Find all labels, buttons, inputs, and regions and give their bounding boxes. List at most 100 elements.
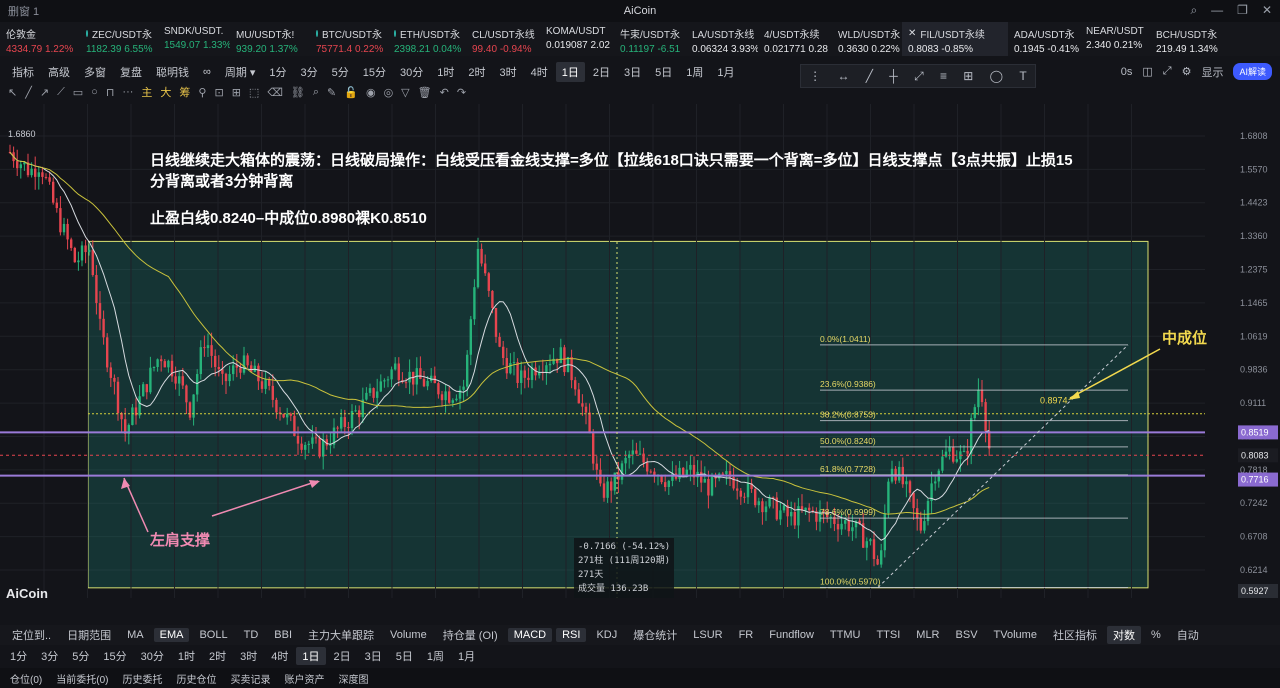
trade-tab[interactable]: 历史仓位 [176,671,216,686]
ai-interpret-button[interactable]: AI解读 [1233,63,1272,80]
toolbar-item[interactable]: 复盘 [114,62,148,82]
bottom-period-button[interactable]: 1时 [172,647,201,665]
bottom-period-button[interactable]: 2日 [328,647,357,665]
ticker-item[interactable]: ETH/USDT永 2398.21 0.04% [388,22,466,56]
close-icon[interactable]: ✕ [1262,3,1272,18]
camera-icon[interactable]: ◫ [1142,65,1152,78]
draw-tool-icon[interactable]: ◯ [990,69,1003,83]
toolbar-item[interactable]: 聪明钱 [150,62,195,82]
ticker-item[interactable]: 伦敦金 4334.79 1.22% [0,22,80,56]
ticker-item[interactable]: CL/USDT永线 99.40 -0.94% [466,22,540,56]
ticker-item[interactable]: ADA/USDT永 0.1945 -0.41% [1008,22,1080,56]
refresh-interval[interactable]: 0s [1121,66,1133,78]
period-button[interactable]: 3日 [618,62,647,82]
cursor-icon[interactable]: ↖ [8,86,17,99]
bottom-period-button[interactable]: 3时 [234,647,263,665]
bottom-period-button[interactable]: 1周 [421,647,450,665]
lock-icon[interactable]: 🔓 [344,86,358,99]
ticker-item[interactable]: NEAR/USDT 2.340 0.21% [1080,22,1150,56]
bottom-period-button[interactable]: 3日 [359,647,388,665]
indicator-button[interactable]: 对数 [1106,626,1141,644]
brush-icon[interactable]: ✎ [327,86,336,99]
main-tool-icon[interactable]: 主 [141,84,152,100]
more-icon[interactable]: ··· [122,86,133,98]
indicator-button[interactable]: EMA [153,628,190,642]
ticker-item[interactable]: SNDK/USDT. 1549.07 1.33% [158,22,230,56]
indicator-button[interactable]: 定位到.. [6,626,57,644]
path-tool-icon[interactable]: ⟋ [57,86,65,99]
toolbar-item[interactable]: 指标 [6,62,40,82]
redo-icon[interactable]: ↷ [457,86,466,99]
text-tool-icon[interactable]: ⊓ [106,86,115,99]
indicator-button[interactable]: Volume [384,628,433,642]
arrow-tool-icon[interactable]: ↗ [40,86,49,99]
bottom-period-button[interactable]: 5分 [66,647,95,665]
bottom-period-button[interactable]: 1日 [296,647,326,665]
trash-icon[interactable]: 🗑 [418,86,432,99]
big-tool-icon[interactable]: 大 [160,84,171,100]
indicator-button[interactable]: TTSI [870,628,906,642]
bottom-period-button[interactable]: 15分 [97,647,132,665]
line-tool-icon[interactable]: ╱ [25,86,32,99]
indicator-button[interactable]: % [1145,628,1167,642]
period-button[interactable]: 2日 [587,62,616,82]
draw-tool-icon[interactable]: ≡ [940,69,947,83]
bottom-period-button[interactable]: 2时 [203,647,232,665]
ticker-item[interactable]: KOMA/USDT 0.019087 2.02 [540,22,614,56]
period-button[interactable]: 1周 [680,62,709,82]
trade-tab[interactable]: 仓位(0) [10,671,42,686]
search-icon[interactable]: ⌕ [1190,3,1197,18]
indicator-button[interactable]: 社区指标 [1047,626,1103,644]
zoom-icon[interactable]: ⌕ [313,86,319,99]
indicator-button[interactable]: MACD [507,628,553,642]
period-button[interactable]: 1月 [711,62,740,82]
period-button[interactable]: 2时 [462,62,491,82]
period-button[interactable]: 15分 [357,62,392,82]
filter-icon[interactable]: ▽ [401,86,409,99]
visibility-icon[interactable]: ◉ [366,86,376,99]
bottom-period-button[interactable]: 4时 [265,647,294,665]
period-button[interactable]: 1分 [263,62,292,82]
trade-tab[interactable]: 当前委托(0) [56,671,108,686]
indicator-button[interactable]: BOLL [193,628,233,642]
ticker-item[interactable]: LA/USDT永线 0.06324 3.93% [686,22,758,56]
settings-icon[interactable]: ⚙ [1182,65,1192,78]
period-button[interactable]: 1日 [555,62,585,82]
indicator-button[interactable]: 爆仓统计 [627,626,683,644]
bottom-period-button[interactable]: 1分 [4,647,33,665]
period-button[interactable]: 5日 [649,62,678,82]
measure-icon[interactable]: ⊞ [232,86,241,99]
hide-icon[interactable]: ◎ [384,86,394,99]
draw-tool-icon[interactable]: ╱ [866,69,873,83]
indicator-button[interactable]: LSUR [687,628,728,642]
rect-tool-icon[interactable]: ▭ [73,86,83,99]
close-tab-icon[interactable]: ✕ [908,28,916,39]
indicator-button[interactable]: BBI [268,628,298,642]
ruler-icon[interactable]: ⊡ [214,86,223,99]
restore-icon[interactable]: ❐ [1237,3,1248,18]
draw-tool-icon[interactable]: ⤢ [914,69,924,84]
indicator-button[interactable]: 主力大单跟踪 [302,626,380,644]
ticker-item[interactable]: MU/USDT永! 939.20 1.37% [230,22,310,56]
toolbar-item[interactable]: 多窗 [78,62,112,82]
fullscreen-icon[interactable]: ⤢ [1163,65,1172,78]
circle-tool-icon[interactable]: ○ [91,86,98,98]
select-icon[interactable]: ⬚ [249,86,259,99]
ticker-item[interactable]: 牛束/USDT永 0.11197 -6.51 [614,22,686,56]
link-icon[interactable]: ⛓ [291,86,305,99]
eraser-icon[interactable]: ⌫ [267,86,283,99]
ticker-item[interactable]: ZEC/USDT永 1182.39 6.55% [80,22,158,56]
period-button[interactable]: 4时 [525,62,554,82]
indicator-button[interactable]: Fundflow [763,628,820,642]
indicator-button[interactable]: TD [238,628,265,642]
ticker-item[interactable]: BTC/USDT永 75771.4 0.22% [310,22,388,56]
ticker-item[interactable]: 4/USDT永续 0.021771 0.28 [758,22,832,56]
drag-handle-icon[interactable]: ⋮ [809,69,821,83]
period-button[interactable]: 3时 [494,62,523,82]
ticker-item[interactable]: BCH/USDT永 219.49 1.34% [1150,22,1220,56]
draw-tool-icon[interactable]: ⊞ [963,69,973,83]
indicator-button[interactable]: TVolume [988,628,1043,642]
indicator-button[interactable]: RSI [556,628,587,642]
trade-tab[interactable]: 历史委托 [122,671,162,686]
undo-icon[interactable]: ↶ [440,86,449,99]
